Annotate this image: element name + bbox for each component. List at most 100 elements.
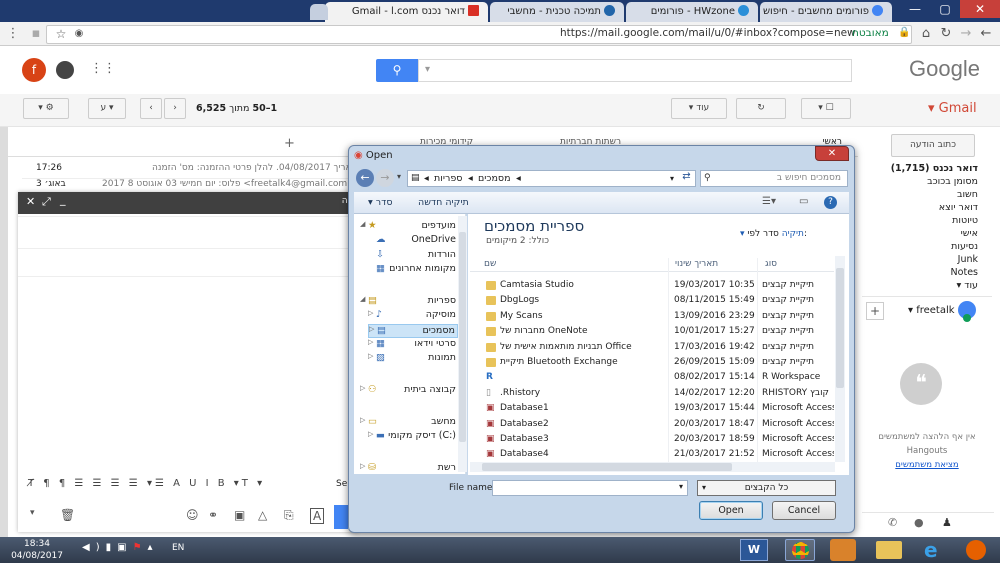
cancel-button[interactable]: Cancel bbox=[772, 501, 836, 520]
formatting-toolbar[interactable]: T̸ ¶ ¶ ☰ ☰ ☰ ☰ ▾☰ A U I B ▾T ▾ bbox=[28, 478, 348, 496]
compose-button[interactable]: כתוב הודעה bbox=[891, 134, 975, 157]
clock[interactable]: 18:34 04/08/2017 bbox=[8, 538, 66, 562]
apps-grid-icon[interactable]: ⋮⋮ bbox=[90, 61, 116, 77]
browser-tab-gmail[interactable]: דואר נכנס Gmail - l.com bbox=[325, 2, 488, 22]
language-button[interactable]: ע ▾ bbox=[88, 98, 126, 119]
older-button[interactable]: › bbox=[164, 98, 186, 119]
column-type-header[interactable]: סוג bbox=[765, 259, 777, 269]
expand-arrow-icon[interactable]: ▷ bbox=[369, 325, 374, 333]
vscroll-thumb[interactable] bbox=[836, 268, 844, 388]
link-icon[interactable]: ⚭ bbox=[208, 508, 218, 522]
expand-arrow-icon[interactable]: ◢ bbox=[360, 220, 365, 228]
browser-tab-3[interactable]: תמיכה טכנית - מחשבי bbox=[490, 2, 624, 22]
file-row[interactable]: ▣ Database3 20/03/2017 18:59 Microsoft Acce… bbox=[482, 432, 834, 447]
reload-icon[interactable]: ↻ bbox=[937, 25, 955, 43]
expand-arrow-icon[interactable]: ▷ bbox=[360, 462, 365, 470]
hangouts-user[interactable]: ▾ freetalk bbox=[908, 305, 955, 316]
nav-tree-item[interactable]: ☁ OneDrive bbox=[368, 234, 458, 248]
more-button[interactable]: ▾ עוד bbox=[671, 98, 727, 119]
extension-icon[interactable]: ▪ bbox=[27, 25, 45, 43]
expand-arrow-icon[interactable]: ▷ bbox=[368, 338, 373, 346]
preview-pane-icon[interactable]: ▭ bbox=[799, 196, 808, 207]
emoji-icon[interactable]: ☺ bbox=[186, 508, 199, 522]
help-icon[interactable]: ? bbox=[824, 196, 837, 209]
send-button[interactable] bbox=[334, 505, 348, 529]
explorer-taskbar-icon[interactable] bbox=[876, 541, 902, 559]
newer-button[interactable]: ‹ bbox=[140, 98, 162, 119]
dialog-close-button[interactable]: ✕ bbox=[815, 146, 849, 161]
forward-arrow-icon[interactable]: → bbox=[376, 169, 394, 187]
attach-icon[interactable]: ⎘ bbox=[284, 508, 294, 523]
hscroll-thumb[interactable] bbox=[482, 463, 732, 471]
more-options-icon[interactable]: ▾ bbox=[30, 508, 35, 518]
new-tab-button[interactable] bbox=[310, 4, 328, 20]
view-options-icon[interactable]: ☰▾ bbox=[762, 196, 776, 207]
nav-tree-item[interactable]: ▷ ▭ מחשב bbox=[360, 416, 458, 430]
nav-scroll-thumb[interactable] bbox=[459, 232, 466, 442]
google-logo[interactable]: Google bbox=[909, 56, 980, 82]
file-row[interactable]: DbgLogs 08/11/2015 15:49 תיקיית קבצים bbox=[482, 293, 834, 308]
sidebar-nav-item[interactable]: חשוב bbox=[957, 189, 978, 200]
file-row[interactable]: ▣ Database1 19/03/2017 15:44 Microsoft Acce… bbox=[482, 401, 834, 416]
browser-tab-1[interactable]: פורומים מחשבים - חיפוש bbox=[760, 2, 892, 22]
nav-tree-item[interactable]: ▷ ⚇ קבוצה ביתית bbox=[360, 384, 458, 398]
sidebar-nav-item[interactable]: אישי bbox=[961, 228, 978, 239]
avatar[interactable]: f bbox=[22, 58, 46, 82]
nav-tree-item[interactable]: ▷ ▤ מסמכים bbox=[368, 323, 458, 338]
email-row[interactable]: 3 באוג׳ freetalk4@gmail.com> פלוס: יום ח… bbox=[22, 179, 352, 193]
file-row[interactable]: ▯ .Rhistory 14/02/2017 12:20 RHISTORY קובץ bbox=[482, 386, 834, 401]
file-list-vscrollbar[interactable] bbox=[835, 256, 845, 462]
sidebar-nav-item[interactable]: נסיעות bbox=[951, 241, 978, 252]
nav-tree-item[interactable]: ◢ ★ מועדפים bbox=[360, 220, 458, 234]
sidebar-nav-item[interactable]: דואר נכנס (1,715) bbox=[891, 163, 978, 174]
nav-tree-item[interactable]: ▷ ▬ דיסק מקומי (C:) bbox=[368, 430, 458, 444]
menu-dots-icon[interactable]: ⋮ bbox=[4, 25, 22, 43]
file-list-hscrollbar[interactable] bbox=[470, 462, 835, 472]
volume-icon[interactable]: ◀) bbox=[82, 542, 106, 553]
file-row[interactable]: R 08/02/2017 15:14 R Workspace bbox=[482, 370, 834, 385]
expand-arrow-icon[interactable]: ▷ bbox=[368, 309, 373, 317]
file-name-dropdown-icon[interactable]: ▾ bbox=[679, 482, 683, 491]
close-window-icon[interactable]: ✕ bbox=[960, 0, 1000, 18]
expand-arrow-icon[interactable]: ▷ bbox=[368, 430, 373, 438]
formatting-icon[interactable]: A bbox=[310, 508, 325, 524]
file-row[interactable]: תיקיית Bluetooth Exchange 26/09/2015 15:0… bbox=[482, 355, 834, 370]
expand-arrow-icon[interactable]: ◢ bbox=[360, 295, 365, 303]
word-taskbar-icon[interactable]: W bbox=[740, 539, 768, 561]
file-row[interactable]: My Scans 13/09/2016 23:29 תיקיית קבצים bbox=[482, 309, 834, 324]
close-compose-icon[interactable]: ✕ bbox=[26, 195, 35, 208]
power-icon[interactable]: ▣ bbox=[117, 542, 132, 553]
browser-tab-2[interactable]: HWzone - פורומים bbox=[626, 2, 758, 22]
email-row[interactable]: 17:26 ולא בשווה" בתאריך 04/08/2017. להלן… bbox=[22, 157, 408, 179]
refresh-button[interactable]: ↻ bbox=[736, 98, 786, 119]
network-icon[interactable]: ▮ bbox=[106, 542, 118, 553]
search-dropdown-icon[interactable]: ▾ bbox=[425, 64, 430, 75]
file-row[interactable]: Camtasia Studio 19/03/2017 10:35 תיקיית קב… bbox=[482, 278, 834, 293]
find-users-link[interactable]: מציאת משתמשים bbox=[862, 460, 992, 470]
file-row[interactable]: מחברות של OneNote 10/01/2017 15:27 תיקיית … bbox=[482, 324, 834, 339]
arrange-by[interactable]: ▾ תיקיה סדר לפי: bbox=[740, 229, 807, 239]
ie-taskbar-icon[interactable]: e bbox=[924, 538, 938, 562]
dialog-search-input[interactable]: מסמכים חיפוש ב ⚲ bbox=[700, 170, 848, 187]
sidebar-nav-item[interactable]: מסומן בכוכב bbox=[927, 176, 978, 187]
photo-icon[interactable]: ▣ bbox=[234, 508, 245, 522]
eye-icon[interactable]: ◉ bbox=[70, 25, 88, 43]
back-icon[interactable]: ← bbox=[977, 25, 995, 43]
file-row[interactable]: תבניות מותאמות אישית של Office 17/03/2016… bbox=[482, 340, 834, 355]
select-all-checkbox[interactable]: ▾ ☐ bbox=[801, 98, 851, 119]
nav-tree-item[interactable]: ▷ ▦ סרטי וידאו bbox=[368, 338, 458, 352]
nav-tree-item[interactable]: ◢ ▤ ספריות bbox=[360, 295, 458, 309]
settings-button[interactable]: ▾ ⚙ bbox=[23, 98, 69, 119]
breadcrumb[interactable]: ▤ ◂ ספריות ◂ מסמכים ◂ ▾ bbox=[407, 170, 696, 187]
minimize-window-icon[interactable]: — bbox=[900, 0, 930, 18]
system-tray[interactable]: ◀)▮▣⚑▴ bbox=[82, 542, 159, 553]
expand-compose-icon[interactable]: ⤢ bbox=[42, 195, 51, 209]
nav-tree-item[interactable]: ▦ מקומות אחרונים bbox=[368, 263, 458, 277]
expand-arrow-icon[interactable]: ▷ bbox=[368, 352, 373, 360]
expand-arrow-icon[interactable]: ▷ bbox=[360, 384, 365, 392]
tray-expand-icon[interactable]: ▴ bbox=[148, 542, 159, 553]
flag-icon[interactable]: ⚑ bbox=[133, 542, 148, 553]
sidebar-nav-item[interactable]: דואר יוצא bbox=[939, 202, 978, 213]
forward-icon[interactable]: → bbox=[957, 25, 975, 43]
drive-icon[interactable]: △ bbox=[258, 508, 267, 522]
